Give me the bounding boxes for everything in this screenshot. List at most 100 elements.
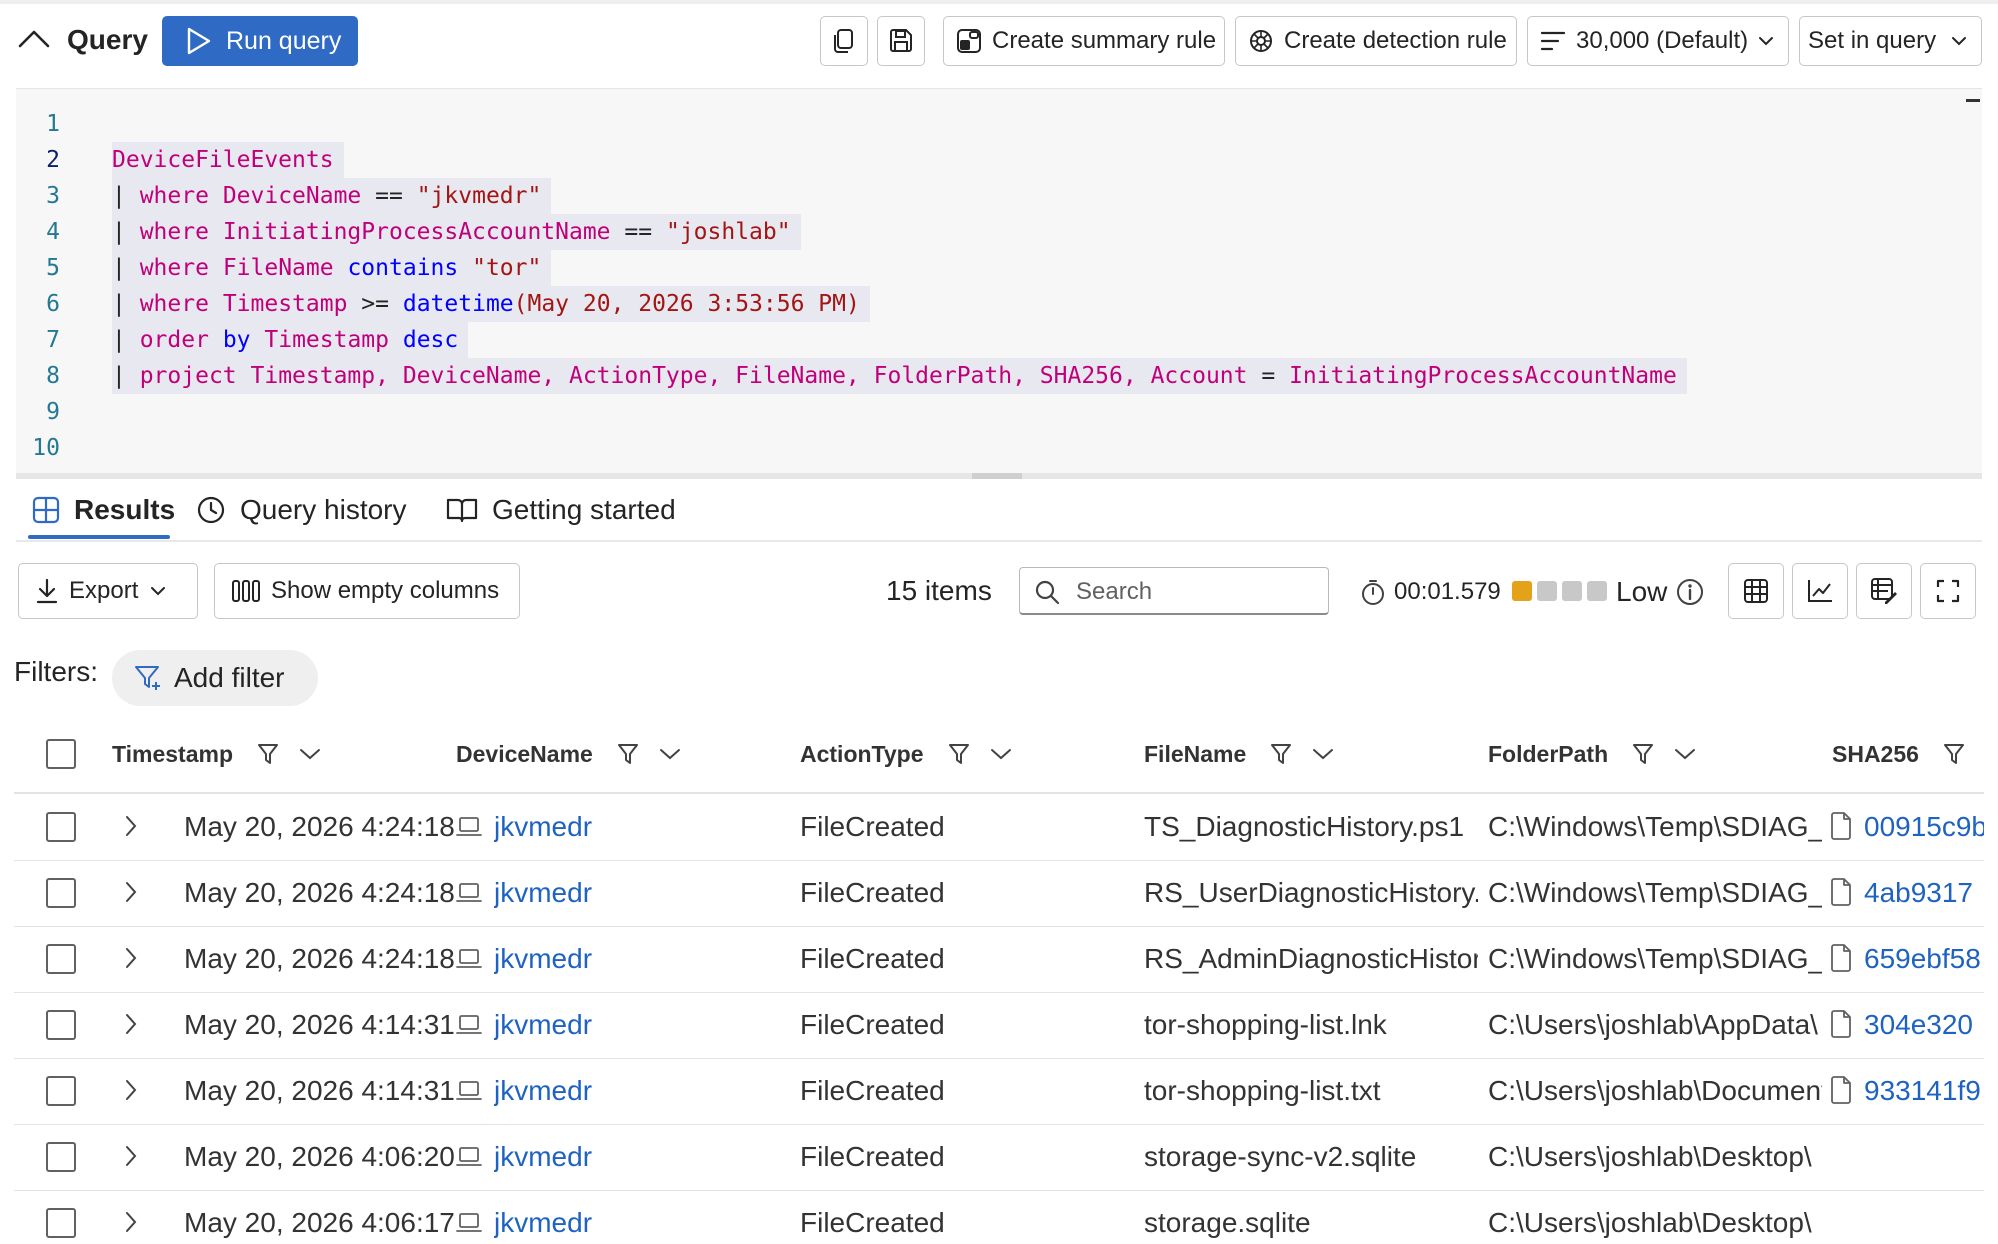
code-line[interactable]: | where FileName contains "tor" [112, 250, 552, 286]
row-checkbox[interactable] [46, 944, 76, 974]
edit-table-button[interactable] [1856, 563, 1912, 619]
code-line[interactable]: | where Timestamp >= datetime(May 20, 20… [112, 286, 870, 322]
result-limit-dropdown[interactable]: 30,000 (Default) [1527, 16, 1789, 66]
tab-query-history[interactable]: Query history [196, 482, 407, 538]
row-checkbox[interactable] [46, 812, 76, 842]
filter-icon[interactable] [257, 742, 279, 766]
select-all-checkbox[interactable] [46, 739, 76, 769]
table-view-button[interactable] [1728, 563, 1784, 619]
filter-icon[interactable] [948, 742, 970, 766]
column-header-devicename[interactable]: DeviceName [456, 716, 681, 792]
show-empty-columns-button[interactable]: Show empty columns [214, 563, 520, 619]
table-row[interactable]: May 20, 2026 4:24:18 jkvmedr FileCreated RS… [14, 860, 1984, 927]
table-row[interactable]: May 20, 2026 4:24:18 jkvmedr FileCreated RS… [14, 926, 1984, 993]
chart-view-button[interactable] [1792, 563, 1848, 619]
line-number: 10 [32, 435, 60, 461]
save-button[interactable] [877, 16, 925, 66]
code-line[interactable]: | where InitiatingProcessAccountName == … [112, 214, 801, 250]
sha256-link[interactable]: 933141f9 [1864, 1058, 1984, 1124]
filter-icon[interactable] [1270, 742, 1292, 766]
time-range-dropdown[interactable]: Set in query [1799, 16, 1982, 66]
chevron-right-icon[interactable] [124, 1078, 138, 1107]
column-header-filename[interactable]: FileName [1144, 716, 1334, 792]
chevron-right-icon[interactable] [124, 1144, 138, 1173]
row-checkbox[interactable] [46, 1076, 76, 1106]
chevron-up-icon[interactable] [16, 22, 52, 58]
play-icon [187, 27, 211, 55]
row-checkbox[interactable] [46, 1142, 76, 1172]
folder-path-cell: C:\Users\joshlab\Desktop\ [1488, 1141, 1812, 1172]
chevron-down-icon[interactable] [299, 747, 321, 761]
folder-path-cell: C:\Users\joshlab\Documents [1488, 1075, 1822, 1106]
table-row[interactable]: May 20, 2026 4:24:18 jkvmedr FileCreated TS… [14, 794, 1984, 861]
table-row[interactable]: May 20, 2026 4:14:31 jkvmedr FileCreated to… [14, 992, 1984, 1059]
copy-button[interactable] [820, 16, 868, 66]
column-header-sha256[interactable]: SHA256 [1832, 716, 1965, 792]
add-filter-button[interactable]: Add filter [112, 650, 318, 706]
info-icon[interactable] [1676, 578, 1704, 611]
chevron-down-icon[interactable] [659, 747, 681, 761]
query-editor[interactable]: 1 2 DeviceFileEvents 3 | where DeviceNam… [16, 88, 1982, 474]
chevron-down-icon[interactable] [990, 747, 1012, 761]
resource-usage-label: Low [1616, 576, 1668, 607]
export-button[interactable]: Export [18, 563, 198, 619]
line-number: 9 [46, 399, 60, 425]
tab-results[interactable]: Results [32, 482, 175, 538]
column-header-actiontype[interactable]: ActionType [800, 716, 1012, 792]
search-input[interactable] [1074, 574, 1318, 610]
column-header-folderpath[interactable]: FolderPath [1488, 716, 1696, 792]
resource-level-segment [1587, 581, 1607, 601]
action-type-cell: FileCreated [800, 1009, 945, 1040]
chevron-down-icon[interactable] [1674, 747, 1696, 761]
device-link[interactable]: jkvmedr [494, 1058, 784, 1124]
timestamp-cell: May 20, 2026 4:14:31 [184, 1075, 455, 1106]
create-summary-rule-button[interactable]: Create summary rule [943, 16, 1225, 66]
device-link[interactable]: jkvmedr [494, 1124, 784, 1190]
sha256-link[interactable]: 304e320 [1864, 992, 1984, 1058]
device-link[interactable]: jkvmedr [494, 1190, 784, 1244]
chevron-right-icon[interactable] [124, 880, 138, 909]
device-icon [456, 1080, 482, 1107]
editor-line: 7 | order by Timestamp desc [16, 322, 1982, 358]
device-link[interactable]: jkvmedr [494, 860, 784, 926]
fullscreen-button[interactable] [1920, 563, 1976, 619]
column-header-timestamp[interactable]: Timestamp [112, 716, 321, 792]
chevron-right-icon[interactable] [124, 1210, 138, 1239]
filter-icon[interactable] [617, 742, 639, 766]
device-link[interactable]: jkvmedr [494, 926, 784, 992]
splitter-handle[interactable] [972, 473, 1022, 479]
table-row[interactable]: May 20, 2026 4:06:20 jkvmedr FileCreated st… [14, 1124, 1984, 1191]
table-row[interactable]: May 20, 2026 4:14:31 jkvmedr FileCreated to… [14, 1058, 1984, 1125]
code-line[interactable]: DeviceFileEvents [112, 142, 344, 178]
row-checkbox[interactable] [46, 1010, 76, 1040]
action-type-cell: FileCreated [800, 1075, 945, 1106]
minimize-editor-icon[interactable] [1966, 99, 1980, 102]
code-line[interactable]: | where DeviceName == "jkvmedr" [112, 178, 552, 214]
editor-line: 1 [16, 106, 1982, 142]
sha256-link[interactable]: 00915c9b [1864, 794, 1984, 860]
sha256-link[interactable]: 4ab9317 [1864, 860, 1984, 926]
device-link[interactable]: jkvmedr [494, 794, 784, 860]
table-row[interactable]: May 20, 2026 4:06:17 jkvmedr FileCreated st… [14, 1190, 1984, 1244]
run-query-button[interactable]: Run query [162, 16, 358, 66]
code-line[interactable]: | project Timestamp, DeviceName, ActionT… [112, 358, 1687, 394]
chevron-right-icon[interactable] [124, 814, 138, 843]
timestamp-cell: May 20, 2026 4:06:17 [184, 1207, 455, 1238]
sha256-link[interactable]: 659ebf58 [1864, 926, 1984, 992]
row-checkbox[interactable] [46, 878, 76, 908]
filter-icon[interactable] [1943, 742, 1965, 766]
device-link[interactable]: jkvmedr [494, 992, 784, 1058]
code-line[interactable]: | order by Timestamp desc [112, 322, 469, 358]
chevron-right-icon[interactable] [124, 1012, 138, 1041]
chevron-right-icon[interactable] [124, 946, 138, 975]
grid-icon [32, 496, 60, 524]
create-detection-rule-button[interactable]: Create detection rule [1235, 16, 1517, 66]
results-grid: Timestamp DeviceName ActionType FileName… [14, 716, 1984, 1244]
chevron-down-icon[interactable] [1312, 747, 1334, 761]
row-checkbox[interactable] [46, 1208, 76, 1238]
detection-rule-icon [1248, 28, 1274, 54]
results-search[interactable] [1019, 567, 1329, 615]
filter-icon[interactable] [1632, 742, 1654, 766]
file-name-cell: TS_DiagnosticHistory.ps1 [1144, 811, 1465, 842]
tab-getting-started[interactable]: Getting started [446, 482, 676, 538]
